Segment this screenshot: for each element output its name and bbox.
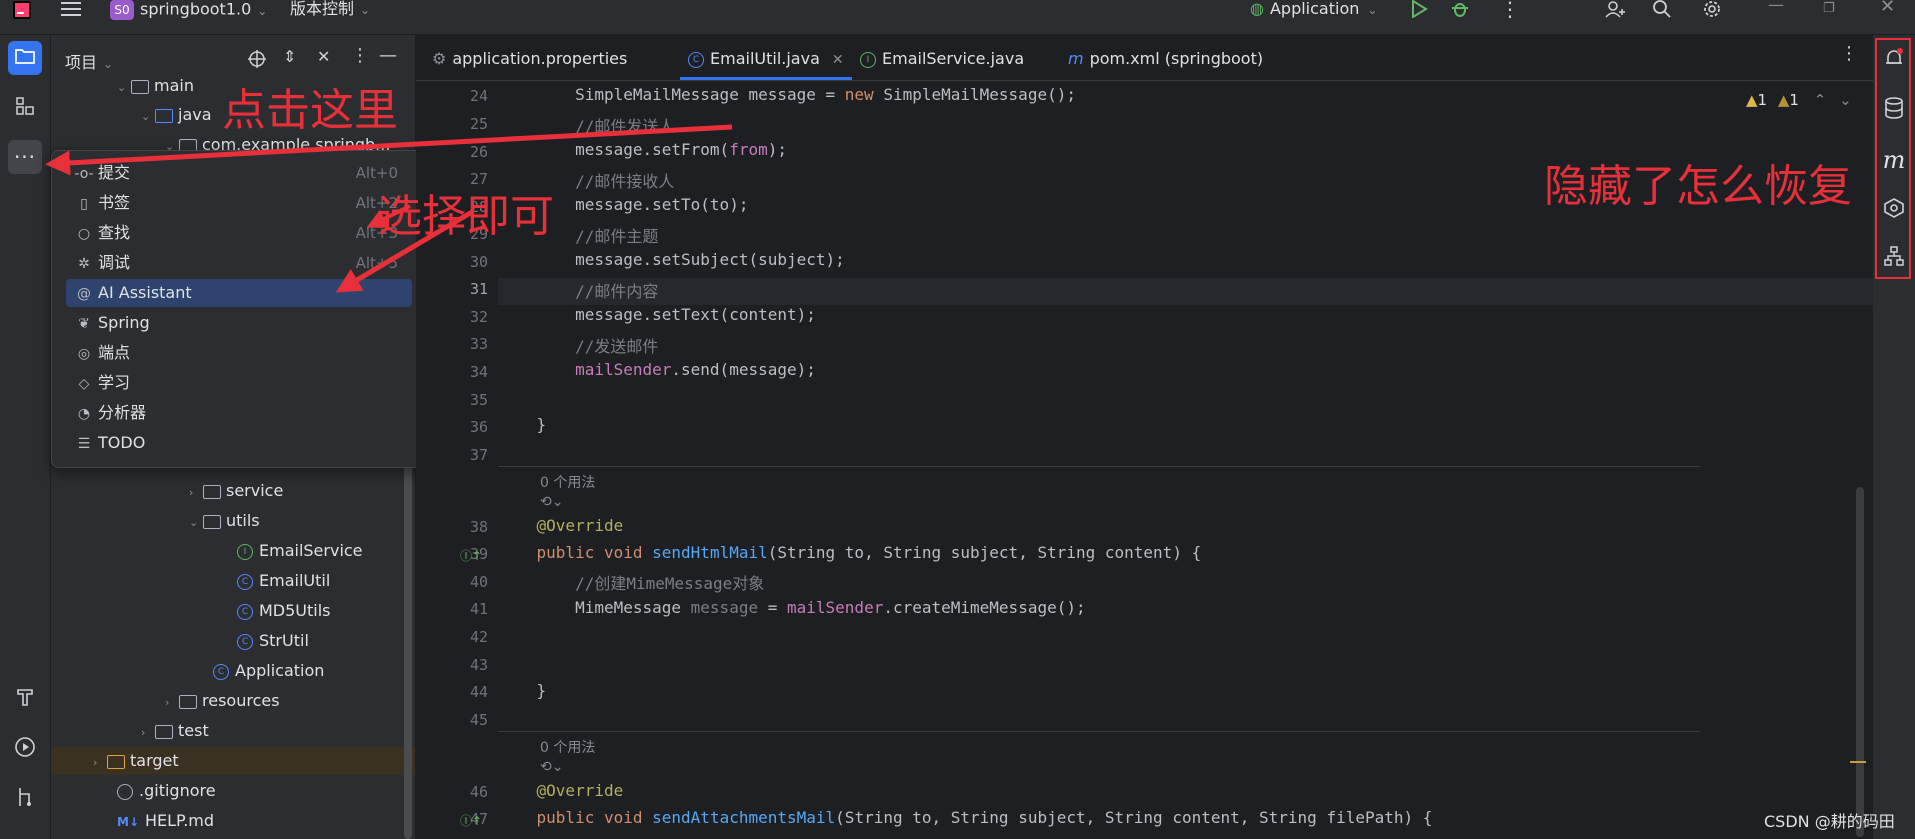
annotation-select: 选择即可	[378, 191, 554, 242]
watermark: CSDN @耕的码田	[1764, 812, 1895, 831]
annotation-hidden-restore: 隐藏了怎么恢复	[1544, 161, 1852, 212]
annotation-click-here: 点击这里	[222, 85, 398, 136]
